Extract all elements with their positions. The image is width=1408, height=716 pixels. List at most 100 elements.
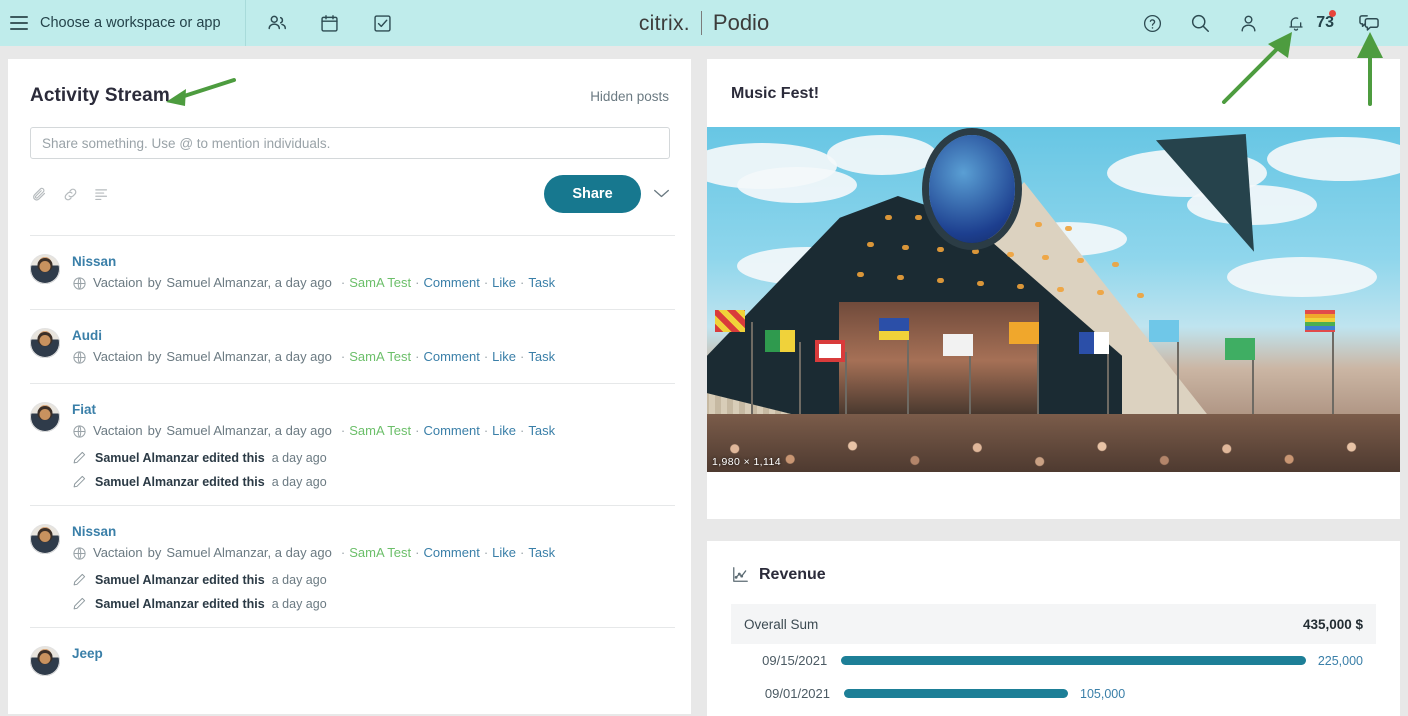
activity-stream-header: Activity Stream Hidden posts	[8, 59, 691, 107]
revenue-summary-row: Overall Sum 435,000 $	[731, 604, 1376, 644]
feed-item-body: Jeep	[72, 645, 675, 676]
brand-divider	[700, 11, 702, 35]
feed-item-workspace[interactable]: SamA Test	[349, 543, 411, 563]
avatar[interactable]	[30, 254, 60, 284]
festival-photo[interactable]: 1,980 × 1,114	[707, 127, 1400, 472]
revenue-widget: Revenue Overall Sum 435,000 $ 09/15/2021…	[707, 541, 1400, 716]
profile-icon[interactable]	[1235, 10, 1261, 36]
feed-item-action-like[interactable]: Like	[492, 273, 516, 293]
feed-item-author: Samuel Almanzar, a day ago	[166, 275, 332, 290]
music-fest-title: Music Fest!	[731, 85, 820, 102]
edit-author: Samuel Almanzar edited this	[95, 450, 265, 465]
image-dimensions-label: 1,980 × 1,114	[712, 456, 781, 468]
revenue-date: 09/15/2021	[762, 653, 828, 668]
attachment-icon[interactable]	[30, 185, 49, 204]
feed-item-meta: Vactaion by Samuel Almanzar, a day ago · Sam…	[72, 543, 675, 563]
revenue-summary-label: Overall Sum	[744, 616, 819, 632]
revenue-bar	[841, 656, 1306, 665]
feed-item-meta: Vactaion by Samuel Almanzar, a day ago · Sam…	[72, 273, 675, 293]
share-button[interactable]: Share	[544, 175, 641, 213]
revenue-summary-value: 435,000 $	[1302, 616, 1363, 632]
top-navigation-bar: Choose a workspace or app citrix. Podio …	[0, 0, 1408, 46]
feed-item-body: Nissan Vactaion by Samuel Almanzar, a day a…	[72, 523, 675, 611]
feed-item-by: by	[147, 275, 162, 290]
feed-item-app: Vactaion	[93, 275, 143, 290]
feed-item-edit-row: Samuel Almanzar edited this a day ago	[72, 572, 675, 587]
feed-item[interactable]: Nissan Vactaion by Samuel Almanzar, a day a…	[30, 235, 675, 309]
feed-item-edit-row: Samuel Almanzar edited this a day ago	[72, 474, 675, 489]
revenue-row: 09/01/2021 105,000	[731, 677, 1376, 710]
hidden-posts-link[interactable]: Hidden posts	[590, 89, 669, 104]
contacts-icon[interactable]	[264, 10, 290, 36]
right-column: Music Fest! 1,980 × 1,114 Revenue Overal…	[707, 59, 1400, 716]
festival-crowd	[707, 414, 1400, 472]
feed-item-workspace[interactable]: SamA Test	[349, 421, 411, 441]
feed-item-action-task[interactable]: Task	[528, 421, 555, 441]
feed-item-title[interactable]: Jeep	[72, 645, 675, 662]
workspace-chooser[interactable]: Choose a workspace or app	[40, 9, 231, 37]
feed-item[interactable]: Nissan Vactaion by Samuel Almanzar, a day a…	[30, 505, 675, 627]
feed-item[interactable]: Fiat Vactaion by Samuel Almanzar, a day ago…	[30, 383, 675, 505]
calendar-icon[interactable]	[317, 10, 343, 36]
revenue-title: Revenue	[759, 565, 826, 583]
chevron-down-icon[interactable]	[653, 186, 670, 203]
search-icon[interactable]	[1187, 10, 1213, 36]
poll-icon[interactable]	[92, 185, 111, 204]
feed-item-action-task[interactable]: Task	[528, 543, 555, 563]
feed-item-body: Audi Vactaion by Samuel Almanzar, a day ago…	[72, 327, 675, 367]
stage-sail	[1155, 134, 1255, 258]
feed-item-title[interactable]: Nissan	[72, 523, 675, 540]
feed-item-author: Samuel Almanzar, a day ago	[166, 423, 332, 438]
avatar[interactable]	[30, 328, 60, 358]
feed-item[interactable]: Audi Vactaion by Samuel Almanzar, a day ago…	[30, 309, 675, 383]
stage-disc-screen	[929, 135, 1015, 243]
share-input[interactable]: Share something. Use @ to mention indivi…	[30, 127, 670, 159]
link-icon[interactable]	[61, 185, 80, 204]
activity-feed: Nissan Vactaion by Samuel Almanzar, a day a…	[30, 235, 675, 692]
feed-item-author: Samuel Almanzar, a day ago	[166, 545, 332, 560]
brand-podio-text: Podio	[712, 10, 770, 35]
notifications-bell-icon[interactable]	[1283, 10, 1309, 36]
feed-item-title[interactable]: Audi	[72, 327, 675, 344]
feed-item-action-like[interactable]: Like	[492, 347, 516, 367]
help-icon[interactable]	[1139, 10, 1165, 36]
avatar[interactable]	[30, 524, 60, 554]
feed-item[interactable]: Jeep	[30, 627, 675, 692]
notifications-bell-button[interactable]: 73	[1283, 10, 1336, 36]
feed-item-action-comment[interactable]: Comment	[423, 543, 479, 563]
feed-item-body: Nissan Vactaion by Samuel Almanzar, a day a…	[72, 253, 675, 293]
avatar[interactable]	[30, 402, 60, 432]
tasks-icon[interactable]	[370, 10, 396, 36]
feed-item-action-task[interactable]: Task	[528, 347, 555, 367]
topbar-right-icons: 73	[1139, 0, 1408, 46]
feed-item-workspace[interactable]: SamA Test	[349, 273, 411, 293]
page-title: Activity Stream	[30, 85, 170, 106]
feed-item-workspace[interactable]: SamA Test	[349, 347, 411, 367]
feed-item-action-task[interactable]: Task	[528, 273, 555, 293]
feed-item-by: by	[147, 423, 162, 438]
feed-item-title[interactable]: Fiat	[72, 401, 675, 418]
edit-author: Samuel Almanzar edited this	[95, 474, 265, 489]
hamburger-menu-icon[interactable]	[10, 16, 28, 30]
topbar-divider	[244, 0, 246, 46]
revenue-bar-rows: 09/15/2021 225,000 09/01/2021 105,000	[731, 644, 1376, 710]
revenue-value: 225,000	[1317, 653, 1363, 668]
activity-stream-panel: Activity Stream Hidden posts Share somet…	[8, 59, 691, 714]
feed-item-action-comment[interactable]: Comment	[423, 347, 479, 367]
topbar-left-icons	[264, 10, 396, 36]
revenue-table: Overall Sum 435,000 $ 09/15/2021 225,000 0…	[731, 604, 1376, 710]
feed-item-body: Fiat Vactaion by Samuel Almanzar, a day ago…	[72, 401, 675, 489]
feed-item-title[interactable]: Nissan	[72, 253, 675, 270]
edit-time: a day ago	[271, 596, 327, 611]
revenue-date: 09/01/2021	[764, 686, 830, 701]
feed-item-by: by	[147, 349, 162, 364]
brand-citrix-text: citrix.	[638, 11, 690, 35]
avatar[interactable]	[30, 646, 60, 676]
feed-item-app: Vactaion	[93, 545, 143, 560]
composer-icon-group	[30, 185, 111, 204]
chat-icon[interactable]	[1356, 10, 1382, 36]
feed-item-action-like[interactable]: Like	[492, 421, 516, 441]
feed-item-action-comment[interactable]: Comment	[423, 421, 479, 441]
feed-item-action-like[interactable]: Like	[492, 543, 516, 563]
feed-item-action-comment[interactable]: Comment	[423, 273, 479, 293]
